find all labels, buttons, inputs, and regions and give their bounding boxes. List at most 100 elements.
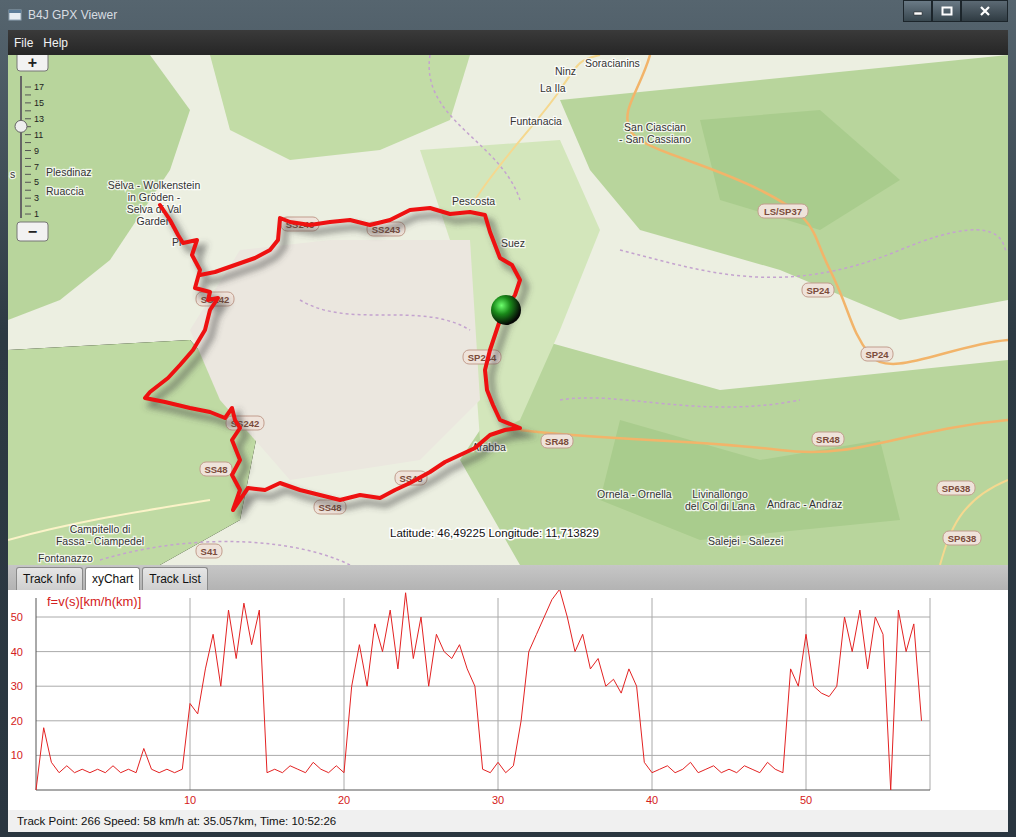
zoom-tick-label: 3 <box>34 193 39 203</box>
speed-segment <box>691 762 699 772</box>
minimize-icon <box>912 6 924 16</box>
place-label: Pescosta <box>452 195 495 207</box>
speed-segment <box>213 634 221 686</box>
speed-segment <box>652 769 660 772</box>
speed-segment <box>275 769 283 772</box>
zoom-tick-label: 5 <box>34 177 39 187</box>
speed-segment <box>660 766 668 769</box>
speed-segment <box>413 617 421 659</box>
speed-segment <box>814 686 822 693</box>
zoom-control: +1715131197531− <box>15 55 48 241</box>
y-tick-label: 10 <box>11 749 23 761</box>
speed-segment <box>729 769 737 772</box>
speed-segment <box>875 617 883 634</box>
speed-segment <box>36 728 44 790</box>
road-shield: SR48 <box>812 432 844 446</box>
x-tick-label: 50 <box>800 794 812 806</box>
road-label: SP24 <box>806 285 830 296</box>
speed-segment <box>175 769 183 772</box>
map-view[interactable]: SS243SS243LS/SP37SP24SS242SP244SP24SS242… <box>8 55 1008 565</box>
speed-segment <box>75 769 83 772</box>
speed-segment <box>498 762 506 772</box>
gpx-track[interactable] <box>145 205 520 510</box>
road-shield: LS/SP37 <box>758 204 808 218</box>
zoom-in-button[interactable] <box>17 55 48 71</box>
speed-segment <box>182 704 190 770</box>
road-label: LS/SP37 <box>764 206 802 217</box>
speed-segment <box>298 769 306 772</box>
speed-segment <box>683 762 691 769</box>
speed-segment <box>136 748 144 772</box>
speed-segment <box>898 610 906 652</box>
road-shield: S41 <box>196 544 222 558</box>
speed-segment <box>383 610 391 652</box>
map-canvas[interactable]: SS243SS243LS/SP37SP24SS242SP244SP24SS242… <box>8 55 1008 565</box>
track-shadow <box>151 212 526 517</box>
menu-item[interactable]: File <box>14 36 33 50</box>
speed-segment <box>452 645 460 659</box>
speed-segment <box>644 762 652 772</box>
speed-segment <box>606 679 614 686</box>
zoom-out-button[interactable] <box>17 222 48 241</box>
speed-segment <box>806 634 814 686</box>
speed-segment <box>845 617 853 652</box>
speed-segment <box>737 766 745 773</box>
speed-segment <box>306 762 314 772</box>
tab[interactable]: Track List <box>142 567 208 590</box>
speed-segment <box>513 721 521 766</box>
tab[interactable]: Track Info <box>16 567 83 590</box>
speed-segment <box>367 624 375 686</box>
speed-segment <box>637 686 645 762</box>
speed-segment <box>914 624 922 721</box>
speed-segment <box>506 766 514 773</box>
speed-segment <box>321 769 329 772</box>
place-label: Soracianins <box>585 57 640 69</box>
road-label: SR48 <box>816 434 840 445</box>
speed-segment <box>205 634 213 669</box>
close-button[interactable] <box>961 0 1008 22</box>
chart-title: f=v(s)[km/h(km)] <box>47 594 141 609</box>
menu-item[interactable]: Help <box>43 36 68 50</box>
place-label: Fontanazzo <box>38 552 93 564</box>
speed-segment <box>860 610 868 669</box>
position-marker-icon[interactable] <box>491 295 521 325</box>
speed-segment <box>128 769 136 772</box>
place-label: Ninz <box>555 65 576 77</box>
speed-segment <box>714 766 722 773</box>
speed-segment <box>675 769 683 772</box>
road-label: S41 <box>201 546 219 557</box>
speed-segment <box>406 593 414 659</box>
zoom-slider-knob[interactable] <box>15 120 27 132</box>
speed-segment <box>244 603 252 645</box>
place-label: Plesdinaz <box>46 166 92 178</box>
speed-segment <box>429 634 437 686</box>
maximize-button[interactable] <box>932 0 961 22</box>
speed-segment <box>544 600 552 617</box>
speed-segment <box>537 617 545 634</box>
speed-segment <box>744 766 752 769</box>
speed-series <box>36 590 922 790</box>
speed-segment <box>198 669 206 714</box>
speed-segment <box>121 769 129 772</box>
window-title: B4J GPX Viewer <box>28 8 897 22</box>
tab[interactable]: xyChart <box>85 567 140 590</box>
zoom-tick-label: 15 <box>34 98 44 108</box>
speed-segment <box>567 617 575 652</box>
y-tick-label: 30 <box>11 680 23 692</box>
speed-segment <box>768 762 776 769</box>
speed-segment <box>798 634 806 686</box>
road-shield: SS48 <box>200 462 232 476</box>
speed-segment <box>444 652 452 659</box>
speed-segment <box>113 766 121 773</box>
place-label: Ruaccia <box>46 185 84 197</box>
road-shield: SP638 <box>943 531 981 545</box>
speed-segment <box>221 610 229 686</box>
zoom-tick-label: 1 <box>34 209 39 219</box>
status-text: Track Point: 266 Speed: 58 km/h at: 35.0… <box>17 815 336 827</box>
minimize-button[interactable] <box>903 0 932 22</box>
maximize-icon <box>941 6 953 16</box>
close-icon <box>979 6 991 16</box>
road-label: SP638 <box>948 533 977 544</box>
speed-segment <box>436 634 444 651</box>
chart-canvas: 10203040501020304050f=v(s)[km/h(km)] <box>8 590 1008 810</box>
